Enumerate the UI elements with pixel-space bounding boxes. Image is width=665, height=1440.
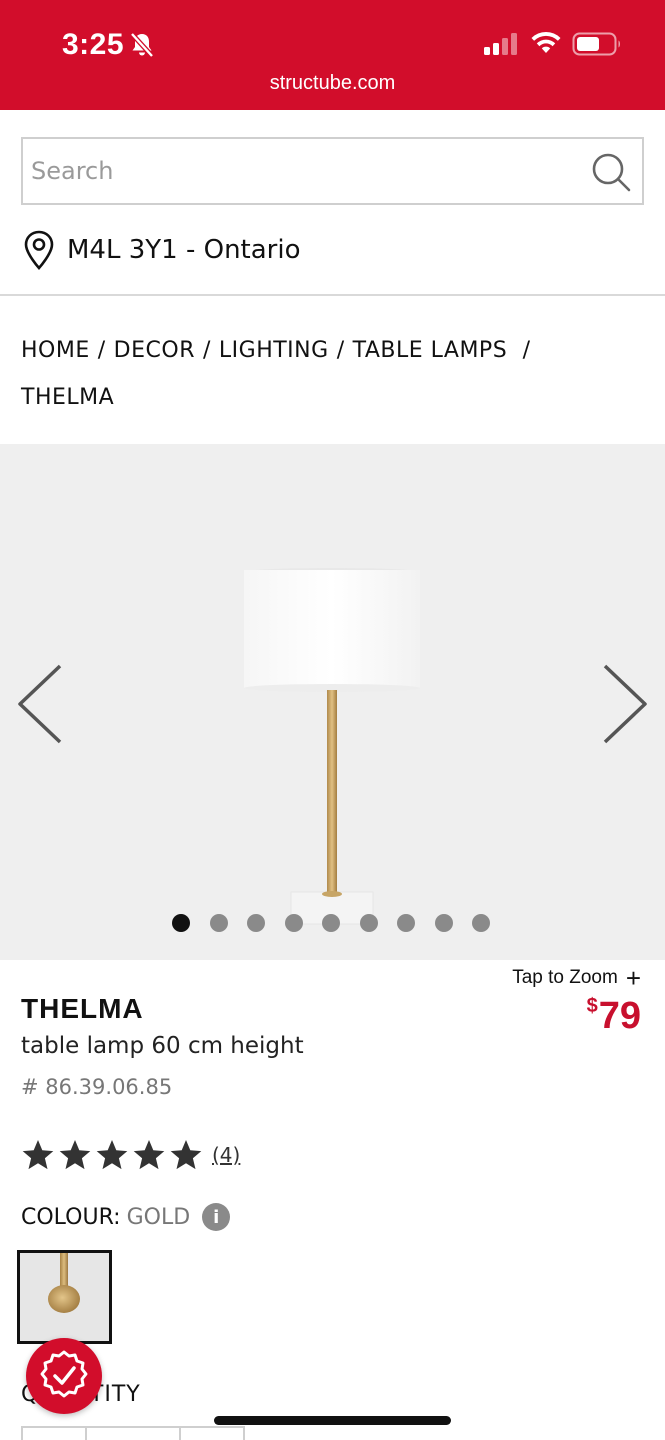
carousel-dot[interactable] bbox=[472, 914, 490, 932]
battery-icon bbox=[572, 32, 620, 56]
carousel-dot[interactable] bbox=[209, 914, 228, 932]
product-rating[interactable]: (4) bbox=[21, 1138, 240, 1172]
browser-url[interactable]: structube.com bbox=[0, 72, 665, 95]
carousel-dot[interactable] bbox=[397, 914, 415, 932]
carousel-dot[interactable] bbox=[247, 914, 265, 932]
product-image[interactable] bbox=[240, 566, 424, 926]
cellular-signal-icon bbox=[484, 33, 517, 55]
colour-selector: COLOUR: GOLD i bbox=[21, 1203, 231, 1231]
status-time: 3:25 bbox=[62, 28, 125, 61]
chevron-left-icon[interactable] bbox=[14, 662, 66, 746]
stepper-divider bbox=[179, 1428, 181, 1440]
breadcrumb-separator: / bbox=[522, 338, 531, 363]
product-sku: # 86.39.06.85 bbox=[21, 1075, 173, 1099]
carousel-dot[interactable] bbox=[322, 914, 340, 932]
breadcrumb-current: THELMA bbox=[21, 385, 115, 410]
search-bar bbox=[21, 137, 644, 205]
swatch-image bbox=[20, 1253, 109, 1341]
home-indicator[interactable] bbox=[214, 1416, 451, 1425]
breadcrumb-separator: / bbox=[336, 338, 345, 363]
search-input[interactable] bbox=[31, 149, 571, 193]
breadcrumb-lighting[interactable]: LIGHTING bbox=[219, 338, 329, 363]
review-count-link[interactable]: (4) bbox=[212, 1143, 240, 1167]
product-image-carousel[interactable] bbox=[0, 444, 665, 960]
carousel-dot[interactable] bbox=[434, 914, 453, 932]
colour-value: GOLD bbox=[126, 1204, 191, 1230]
offers-badge-button[interactable] bbox=[26, 1338, 102, 1414]
divider bbox=[0, 294, 665, 296]
carousel-dot[interactable] bbox=[172, 914, 190, 932]
location-pin-icon bbox=[24, 230, 54, 270]
price-value: 79 bbox=[598, 995, 641, 1037]
stepper-divider bbox=[21, 1428, 23, 1440]
badge-check-icon bbox=[40, 1350, 88, 1398]
chevron-right-icon[interactable] bbox=[599, 662, 651, 746]
star-icon bbox=[133, 1140, 165, 1170]
status-bar: 3:25 structube.com bbox=[0, 0, 665, 110]
plus-icon: + bbox=[625, 963, 641, 993]
tap-to-zoom-label: Tap to Zoom bbox=[512, 967, 618, 988]
breadcrumb: HOME / DECOR / LIGHTING / TABLE LAMPS / THELMA bbox=[21, 327, 641, 421]
bell-muted-icon bbox=[130, 32, 154, 58]
star-icon bbox=[59, 1140, 91, 1170]
delivery-location[interactable]: M4L 3Y1 - Ontario bbox=[21, 228, 301, 272]
tap-to-zoom[interactable]: Tap to Zoom + bbox=[512, 963, 641, 993]
info-icon[interactable]: i bbox=[202, 1203, 231, 1231]
breadcrumb-table-lamps[interactable]: TABLE LAMPS bbox=[353, 338, 508, 363]
breadcrumb-decor[interactable]: DECOR bbox=[114, 338, 195, 363]
stepper-divider bbox=[85, 1428, 87, 1440]
colour-label: COLOUR: bbox=[21, 1204, 121, 1230]
product-title: THELMA bbox=[21, 993, 144, 1024]
stepper-divider bbox=[243, 1428, 245, 1440]
currency-symbol: $ bbox=[586, 995, 598, 1017]
product-price: $79 bbox=[587, 995, 641, 1038]
breadcrumb-separator: / bbox=[202, 338, 211, 363]
product-description: table lamp 60 cm height bbox=[21, 1033, 304, 1059]
star-icon bbox=[96, 1140, 128, 1170]
star-icon bbox=[22, 1140, 54, 1170]
carousel-dot[interactable] bbox=[359, 914, 378, 932]
colour-swatch-gold[interactable] bbox=[17, 1250, 112, 1344]
quantity-stepper[interactable] bbox=[21, 1426, 245, 1440]
star-icon bbox=[170, 1140, 202, 1170]
location-text: M4L 3Y1 - Ontario bbox=[67, 235, 301, 265]
wifi-icon bbox=[531, 31, 561, 53]
breadcrumb-home[interactable]: HOME bbox=[21, 338, 90, 363]
carousel-dot[interactable] bbox=[284, 914, 303, 932]
search-icon[interactable] bbox=[590, 151, 632, 193]
carousel-pagination bbox=[172, 914, 510, 932]
breadcrumb-separator: / bbox=[97, 338, 106, 363]
